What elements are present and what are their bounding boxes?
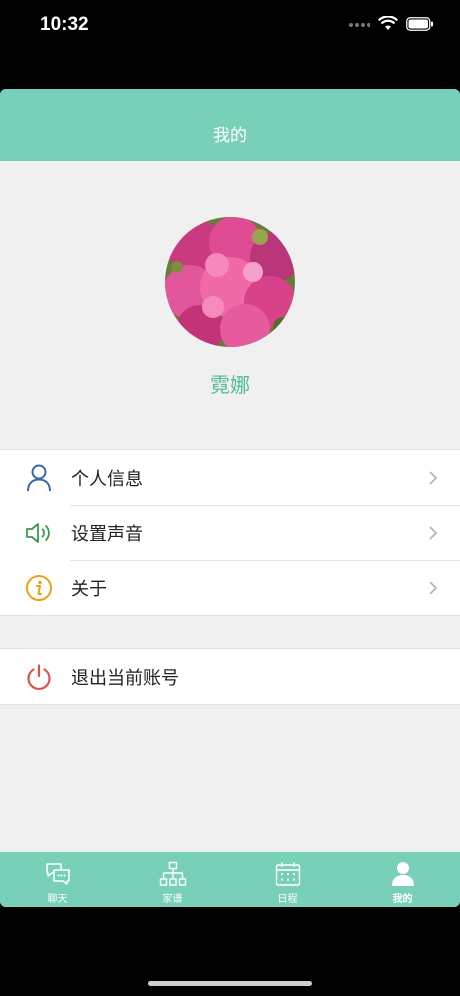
menu-item-label: 关于 (71, 578, 107, 600)
tab-label: 聊天 (47, 894, 68, 905)
home-indicator[interactable] (148, 981, 312, 986)
info-icon (20, 569, 58, 607)
tab-family-tree[interactable]: 家谱 (115, 852, 230, 907)
app-container: 我的 霓娜 个人信息 设置声音 关于 退出当前账号 聊天 家谱 日程 我的 (0, 89, 460, 907)
speaker-icon (20, 514, 58, 552)
tab-label: 家谱 (162, 894, 183, 905)
avatar[interactable] (165, 217, 295, 347)
tab-chat[interactable]: 聊天 (0, 852, 115, 907)
battery-icon (406, 16, 433, 31)
power-icon (20, 658, 58, 696)
person-icon (391, 860, 415, 888)
chevron-right-icon (428, 580, 438, 596)
status-icons (348, 16, 434, 31)
calendar-icon (274, 860, 302, 888)
family-tree-icon (159, 860, 187, 888)
chat-icon (44, 860, 72, 888)
tab-label: 日程 (277, 894, 298, 905)
navigation-bar: 我的 (0, 89, 460, 161)
status-bar: 10:32 (0, 0, 460, 50)
menu-item-about[interactable]: 关于 (0, 560, 460, 615)
tab-bar: 聊天 家谱 日程 我的 (0, 852, 460, 907)
logout-label: 退出当前账号 (71, 667, 179, 689)
chevron-right-icon (428, 470, 438, 486)
menu-item-personal-info[interactable]: 个人信息 (0, 450, 460, 505)
menu-item-sound-settings[interactable]: 设置声音 (0, 505, 460, 560)
logout-section: 退出当前账号 (0, 648, 460, 705)
page-title: 我的 (213, 125, 247, 146)
signal-icon (349, 22, 370, 27)
status-time: 10:32 (40, 14, 89, 35)
user-icon (20, 459, 58, 497)
menu-item-label: 设置声音 (71, 523, 143, 545)
settings-menu: 个人信息 设置声音 关于 (0, 449, 460, 616)
tab-label: 我的 (392, 894, 413, 905)
tab-schedule[interactable]: 日程 (230, 852, 345, 907)
logout-button[interactable]: 退出当前账号 (0, 649, 460, 704)
avatar-image (165, 217, 295, 347)
tab-me[interactable]: 我的 (345, 852, 460, 907)
chevron-right-icon (428, 525, 438, 541)
menu-item-label: 个人信息 (71, 468, 143, 490)
wifi-icon (378, 16, 398, 30)
profile-section: 霓娜 (0, 161, 460, 449)
username: 霓娜 (210, 373, 250, 397)
